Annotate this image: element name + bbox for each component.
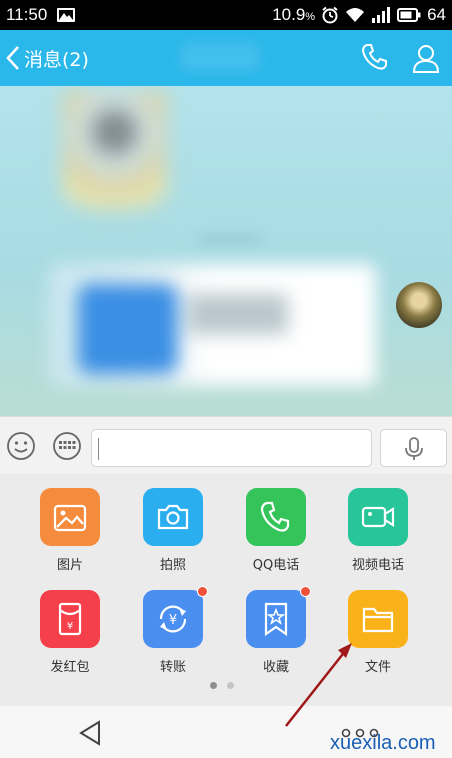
status-time: 11:50 xyxy=(6,5,48,24)
app-label: 收藏 xyxy=(262,660,289,675)
back-label: 消息(2) xyxy=(24,48,89,71)
chat-messages[interactable] xyxy=(0,86,452,416)
input-bar xyxy=(0,416,452,474)
app-panel: 图片 拍照 QQ电话 视频电话 ¥ 发红包 ¥ 转账 收藏 文件 xyxy=(0,474,452,706)
app-file[interactable]: 文件 xyxy=(338,576,418,675)
app-tile xyxy=(246,488,306,546)
chevron-left-icon xyxy=(6,46,19,70)
page-dot-active xyxy=(210,682,217,689)
watermark: xuexila.com xyxy=(330,732,436,754)
battery-percent: 64 xyxy=(427,5,446,24)
video-icon xyxy=(361,506,395,528)
battery-icon xyxy=(397,8,421,22)
badge-dot xyxy=(300,586,311,597)
alarm-icon xyxy=(322,6,338,24)
wifi-icon xyxy=(346,8,365,22)
emoji-icon[interactable] xyxy=(6,431,36,461)
app-label: 图片 xyxy=(56,558,83,573)
profile-icon[interactable] xyxy=(410,42,442,74)
blurred-share-card[interactable] xyxy=(48,264,376,386)
app-tile: ¥ xyxy=(40,590,100,648)
microphone-icon xyxy=(405,437,423,460)
back-button[interactable]: 消息(2) xyxy=(6,44,96,72)
app-qq-call[interactable]: QQ电话 xyxy=(236,474,316,573)
signal-icon xyxy=(372,7,391,23)
svg-text:¥: ¥ xyxy=(169,613,177,628)
app-camera[interactable]: 拍照 xyxy=(133,474,213,573)
image-icon xyxy=(53,504,87,532)
avatar[interactable] xyxy=(396,282,442,328)
app-label: 文件 xyxy=(364,660,391,675)
page-indicator xyxy=(210,682,234,689)
app-tile: ¥ xyxy=(143,590,203,648)
app-image[interactable]: 图片 xyxy=(30,474,110,573)
svg-text:¥: ¥ xyxy=(67,621,73,632)
status-bar: 11:50 10.9% 64 xyxy=(0,0,452,30)
back-triangle-icon[interactable] xyxy=(78,720,102,746)
gallery-notification-icon xyxy=(57,8,76,22)
folder-icon xyxy=(362,607,394,633)
app-favorites[interactable]: 收藏 xyxy=(236,576,316,675)
phone-icon xyxy=(260,501,290,532)
app-label: 拍照 xyxy=(159,558,186,573)
app-tile xyxy=(143,488,203,546)
contact-name-blurred xyxy=(180,42,260,72)
navigation-bar: xuexila.com xyxy=(0,706,452,758)
app-video-call[interactable]: 视频电话 xyxy=(338,474,418,573)
chat-header: 消息(2) xyxy=(0,30,452,89)
app-transfer[interactable]: ¥ 转账 xyxy=(133,576,213,675)
keyboard-icon[interactable] xyxy=(52,431,82,461)
app-label: QQ电话 xyxy=(252,558,300,573)
transfer-icon: ¥ xyxy=(159,605,187,633)
app-label: 视频电话 xyxy=(351,558,404,573)
favorites-icon xyxy=(264,602,288,637)
blurred-image-message[interactable] xyxy=(62,90,167,210)
page-dot xyxy=(227,682,234,689)
input-caret xyxy=(98,438,99,460)
app-label: 发红包 xyxy=(50,660,90,675)
app-tile xyxy=(40,488,100,546)
badge-dot xyxy=(197,586,208,597)
app-label: 转账 xyxy=(159,660,186,675)
phone-icon[interactable] xyxy=(360,42,390,72)
app-tile xyxy=(246,590,306,648)
app-red-packet[interactable]: ¥ 发红包 xyxy=(30,576,110,675)
camera-icon xyxy=(157,504,189,530)
blurred-timestamp xyxy=(200,236,260,242)
red-packet-icon: ¥ xyxy=(58,602,82,636)
data-speed: 10.9% xyxy=(272,5,316,24)
message-input[interactable] xyxy=(91,429,372,467)
voice-button[interactable] xyxy=(380,429,447,467)
app-tile xyxy=(348,590,408,648)
app-tile xyxy=(348,488,408,546)
